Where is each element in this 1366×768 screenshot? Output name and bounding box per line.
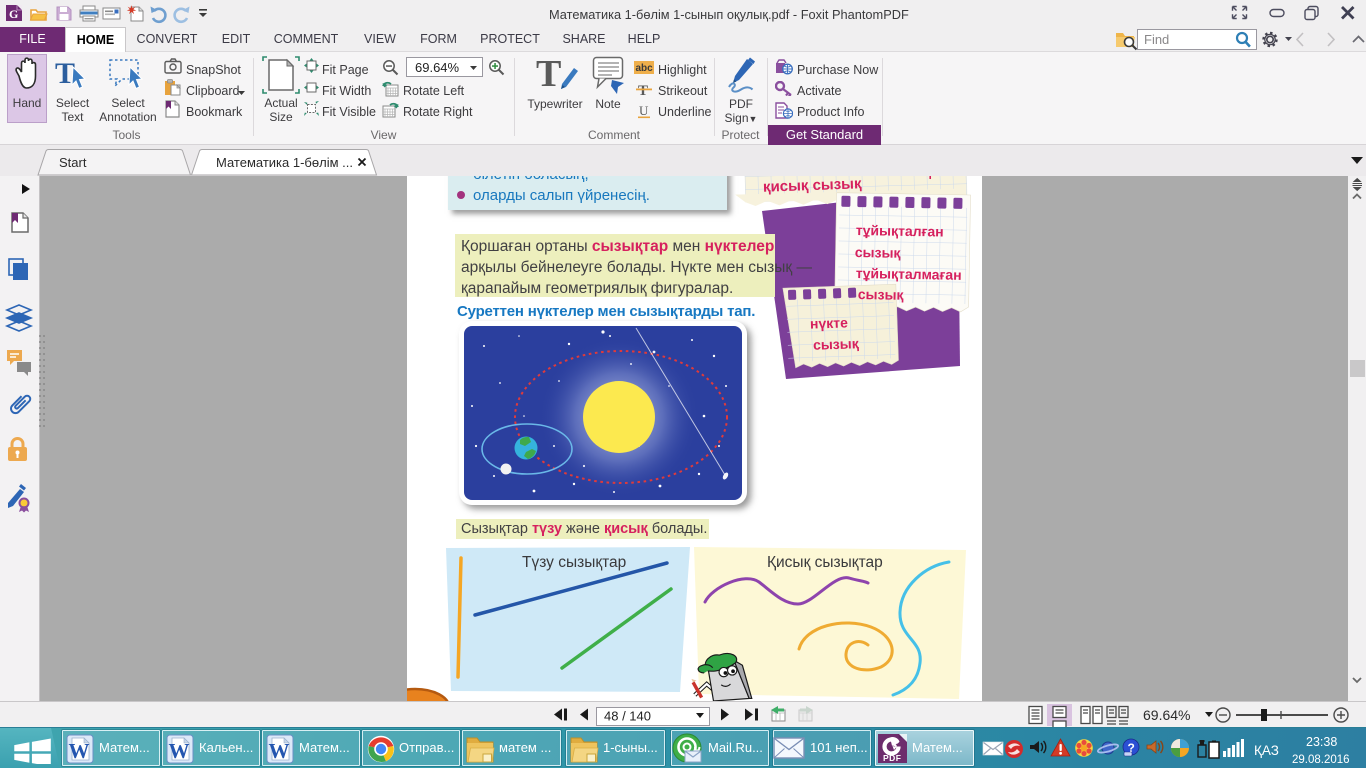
svg-text:ҚАЗ: ҚАЗ <box>1254 743 1279 758</box>
svg-text:W: W <box>69 739 90 763</box>
svg-text:U: U <box>639 103 649 118</box>
svg-text:Find: Find <box>1144 32 1169 47</box>
svg-text:69.64%: 69.64% <box>1143 707 1190 723</box>
svg-text:T: T <box>536 56 561 95</box>
svg-text:abc: abc <box>636 63 654 74</box>
svg-text:G: G <box>9 7 18 21</box>
svg-text:Математика 1-бөлім ...: Математика 1-бөлім ... <box>216 155 353 170</box>
svg-text:Start: Start <box>59 155 87 170</box>
svg-text:23:38: 23:38 <box>1306 735 1337 749</box>
svg-text:PDF: PDF <box>883 753 902 763</box>
svg-text:48 / 140: 48 / 140 <box>604 709 651 724</box>
svg-text:T: T <box>638 83 648 98</box>
svg-text:29.08.2016: 29.08.2016 <box>1292 754 1350 766</box>
